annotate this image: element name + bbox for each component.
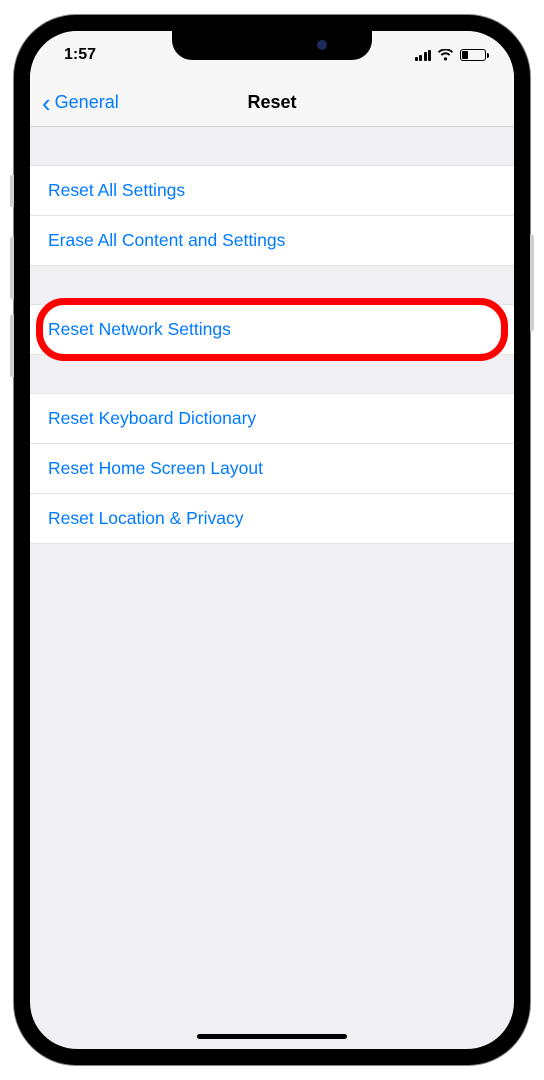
volume-up-button — [10, 237, 14, 299]
reset-network-settings[interactable]: Reset Network Settings — [30, 304, 514, 355]
power-button — [530, 235, 534, 331]
page-title: Reset — [247, 92, 296, 113]
erase-all-content[interactable]: Erase All Content and Settings — [30, 216, 514, 266]
item-label: Reset Keyboard Dictionary — [48, 408, 256, 428]
reset-all-settings[interactable]: Reset All Settings — [30, 165, 514, 216]
section-3: Reset Keyboard Dictionary Reset Home Scr… — [30, 393, 514, 544]
status-indicators — [415, 49, 487, 61]
notch — [172, 31, 372, 60]
back-button[interactable]: ‹ General — [42, 90, 119, 116]
item-label: Reset All Settings — [48, 180, 185, 200]
reset-keyboard-dictionary[interactable]: Reset Keyboard Dictionary — [30, 393, 514, 444]
status-time: 1:57 — [64, 46, 96, 64]
item-label: Reset Network Settings — [48, 319, 231, 339]
reset-home-screen-layout[interactable]: Reset Home Screen Layout — [30, 444, 514, 494]
reset-location-privacy[interactable]: Reset Location & Privacy — [30, 494, 514, 544]
navigation-bar: ‹ General Reset — [30, 79, 514, 127]
content-area: Reset All Settings Erase All Content and… — [30, 127, 514, 544]
section-2: Reset Network Settings — [30, 304, 514, 355]
section-1: Reset All Settings Erase All Content and… — [30, 165, 514, 266]
item-label: Reset Location & Privacy — [48, 508, 244, 528]
item-label: Erase All Content and Settings — [48, 230, 285, 250]
home-indicator[interactable] — [197, 1034, 347, 1039]
back-label: General — [55, 92, 119, 113]
chevron-left-icon: ‹ — [42, 90, 51, 116]
battery-icon — [460, 49, 486, 61]
wifi-icon — [437, 49, 454, 61]
volume-down-button — [10, 315, 14, 377]
cellular-icon — [415, 50, 432, 61]
phone-frame: 1:57 ‹ General — [14, 15, 530, 1065]
screen: 1:57 ‹ General — [30, 31, 514, 1049]
item-label: Reset Home Screen Layout — [48, 458, 263, 478]
mute-switch — [10, 175, 14, 207]
